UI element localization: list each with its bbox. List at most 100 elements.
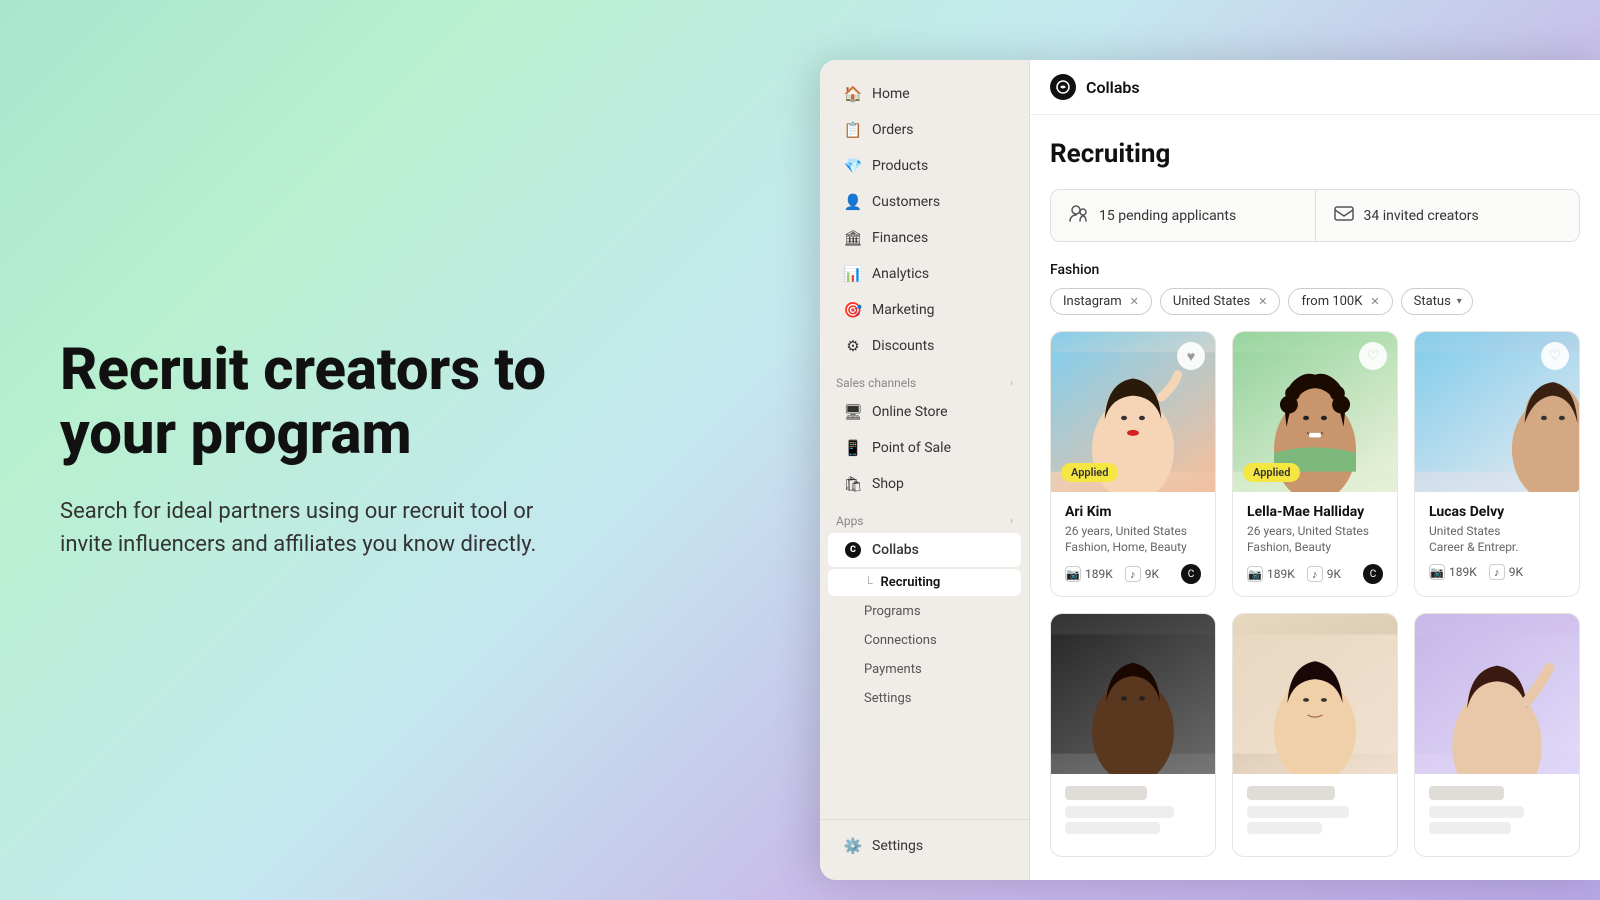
stats-row: 15 pending applicants 34 invited creator… bbox=[1050, 189, 1580, 242]
tiktok-count-0: 9K bbox=[1145, 567, 1159, 581]
sub-connections[interactable]: Connections bbox=[828, 627, 1021, 654]
sub-payments[interactable]: Payments bbox=[828, 656, 1021, 683]
sub-recruiting[interactable]: └ Recruiting bbox=[828, 569, 1021, 596]
filter-100k[interactable]: from 100K ✕ bbox=[1288, 288, 1392, 315]
nav-finances-label: Finances bbox=[872, 230, 928, 246]
creator-photo-2: ♡ bbox=[1415, 332, 1579, 492]
nav-discounts-label: Discounts bbox=[872, 338, 934, 354]
sub-recruiting-indicator: └ bbox=[864, 576, 873, 590]
nav-online-store-label: Online Store bbox=[872, 404, 948, 420]
nav-orders[interactable]: 📋 Orders bbox=[828, 113, 1021, 147]
nav-orders-label: Orders bbox=[872, 122, 914, 138]
creator-photo-3 bbox=[1051, 614, 1215, 774]
nav-online-store[interactable]: 🖥 Online Store bbox=[828, 395, 1021, 429]
creator-stats-0: 📷 189K ♪ 9K C bbox=[1065, 564, 1201, 584]
nav-analytics[interactable]: 📊 Analytics bbox=[828, 257, 1021, 291]
creator-info-2: Lucas Delvy United States Career & Entre… bbox=[1415, 492, 1579, 592]
creator-card-2[interactable]: ♡ Lucas Delvy United States Career & Ent… bbox=[1414, 331, 1580, 597]
nav-customers-label: Customers bbox=[872, 194, 940, 210]
tiktok-stat-1: ♪ 9K bbox=[1307, 566, 1341, 582]
nav-discounts[interactable]: ⚙ Discounts bbox=[828, 329, 1021, 363]
discounts-icon: ⚙ bbox=[844, 337, 862, 355]
creator-photo-5 bbox=[1415, 614, 1579, 774]
filter-instagram-label: Instagram bbox=[1063, 294, 1122, 309]
settings-icon: ⚙️ bbox=[844, 837, 862, 855]
nav-analytics-label: Analytics bbox=[872, 266, 929, 282]
filter-100k-remove[interactable]: ✕ bbox=[1370, 295, 1379, 308]
nav-home-label: Home bbox=[872, 86, 910, 102]
nav-shop-label: Shop bbox=[872, 476, 904, 492]
creator-info-1: Lella-Mae Halliday 26 years, United Stat… bbox=[1233, 492, 1397, 596]
finances-icon: 🏛 bbox=[844, 229, 862, 247]
creator-stats-2: 📷 189K ♪ 9K bbox=[1429, 564, 1565, 580]
sub-connections-label: Connections bbox=[864, 633, 937, 648]
sub-payments-label: Payments bbox=[864, 662, 922, 677]
creator-meta-0: 26 years, United States bbox=[1065, 524, 1201, 538]
point-of-sale-icon: 📱 bbox=[844, 439, 862, 457]
heart-button-2[interactable]: ♡ bbox=[1541, 342, 1569, 370]
creator-meta-2: United States bbox=[1429, 524, 1565, 538]
creator-tags-3 bbox=[1065, 822, 1160, 834]
apps-section: Apps › bbox=[820, 502, 1029, 532]
orders-icon: 📋 bbox=[844, 121, 862, 139]
products-icon: 💎 bbox=[844, 157, 862, 175]
left-panel: Recruit creators to your program Search … bbox=[60, 339, 590, 561]
creator-meta-3 bbox=[1065, 806, 1174, 818]
instagram-stat-0: 📷 189K bbox=[1065, 566, 1113, 582]
creator-tags-4 bbox=[1247, 822, 1322, 834]
nav-customers[interactable]: 👤 Customers bbox=[828, 185, 1021, 219]
creator-name-1: Lella-Mae Halliday bbox=[1247, 504, 1383, 520]
top-bar: Collabs bbox=[1030, 60, 1600, 115]
filter-instagram[interactable]: Instagram ✕ bbox=[1050, 288, 1152, 315]
nav-finances[interactable]: 🏛 Finances bbox=[828, 221, 1021, 255]
creator-photo-4 bbox=[1233, 614, 1397, 774]
sub-settings-label: Settings bbox=[864, 691, 911, 706]
tiktok-icon-1: ♪ bbox=[1307, 566, 1323, 582]
creator-card-4[interactable] bbox=[1232, 613, 1398, 857]
creator-tags-2: Career & Entrepr. bbox=[1429, 540, 1565, 554]
creator-card-1[interactable]: Applied ♡ Lella-Mae Halliday 26 years, U… bbox=[1232, 331, 1398, 597]
sidebar: 🏠 Home 📋 Orders 💎 Products 👤 Customers 🏛… bbox=[820, 60, 1030, 880]
stat-invited[interactable]: 34 invited creators bbox=[1315, 190, 1580, 241]
nav-settings[interactable]: ⚙️ Settings bbox=[828, 829, 1021, 863]
filter-100k-label: from 100K bbox=[1301, 294, 1362, 309]
creator-age-1: 26 years bbox=[1247, 524, 1292, 538]
nav-point-of-sale[interactable]: 📱 Point of Sale bbox=[828, 431, 1021, 465]
sub-programs-label: Programs bbox=[864, 604, 921, 619]
filter-section: Fashion Instagram ✕ United States ✕ from… bbox=[1050, 262, 1580, 315]
creator-card-3[interactable] bbox=[1050, 613, 1216, 857]
filter-united-states[interactable]: United States ✕ bbox=[1160, 288, 1281, 315]
creator-age-0: 26 years bbox=[1065, 524, 1110, 538]
nav-shop[interactable]: 🛍 Shop bbox=[828, 467, 1021, 501]
nav-collabs[interactable]: C Collabs bbox=[828, 533, 1021, 567]
creator-card-5[interactable] bbox=[1414, 613, 1580, 857]
marketing-icon: 🎯 bbox=[844, 301, 862, 319]
stat-pending[interactable]: 15 pending applicants bbox=[1051, 190, 1315, 241]
apps-chevron: › bbox=[1010, 516, 1013, 527]
heart-button-0[interactable]: ♥ bbox=[1177, 342, 1205, 370]
nav-marketing[interactable]: 🎯 Marketing bbox=[828, 293, 1021, 327]
home-icon: 🏠 bbox=[844, 85, 862, 103]
nav-home[interactable]: 🏠 Home bbox=[828, 77, 1021, 111]
customers-icon: 👤 bbox=[844, 193, 862, 211]
creator-tags-5 bbox=[1429, 822, 1511, 834]
sub-programs[interactable]: Programs bbox=[828, 598, 1021, 625]
tiktok-icon-0: ♪ bbox=[1125, 566, 1141, 582]
tiktok-stat-2: ♪ 9K bbox=[1489, 564, 1523, 580]
sub-settings[interactable]: Settings bbox=[828, 685, 1021, 712]
instagram-stat-1: 📷 189K bbox=[1247, 566, 1295, 582]
creator-photo-0: Applied ♥ bbox=[1051, 332, 1215, 492]
creator-meta-1: 26 years, United States bbox=[1247, 524, 1383, 538]
creator-card-0[interactable]: Applied ♥ Ari Kim 26 years, United State… bbox=[1050, 331, 1216, 597]
filter-us-remove[interactable]: ✕ bbox=[1258, 295, 1267, 308]
heart-button-1[interactable]: ♡ bbox=[1359, 342, 1387, 370]
apps-label: Apps bbox=[836, 514, 864, 528]
pending-icon bbox=[1069, 204, 1089, 227]
instagram-count-2: 189K bbox=[1449, 565, 1477, 579]
nav-products[interactable]: 💎 Products bbox=[828, 149, 1021, 183]
filter-status[interactable]: Status ▾ bbox=[1401, 288, 1473, 315]
nav-settings-label: Settings bbox=[872, 838, 923, 854]
filter-us-label: United States bbox=[1173, 294, 1250, 309]
filter-instagram-remove[interactable]: ✕ bbox=[1130, 295, 1139, 308]
headline: Recruit creators to your program bbox=[60, 339, 590, 467]
